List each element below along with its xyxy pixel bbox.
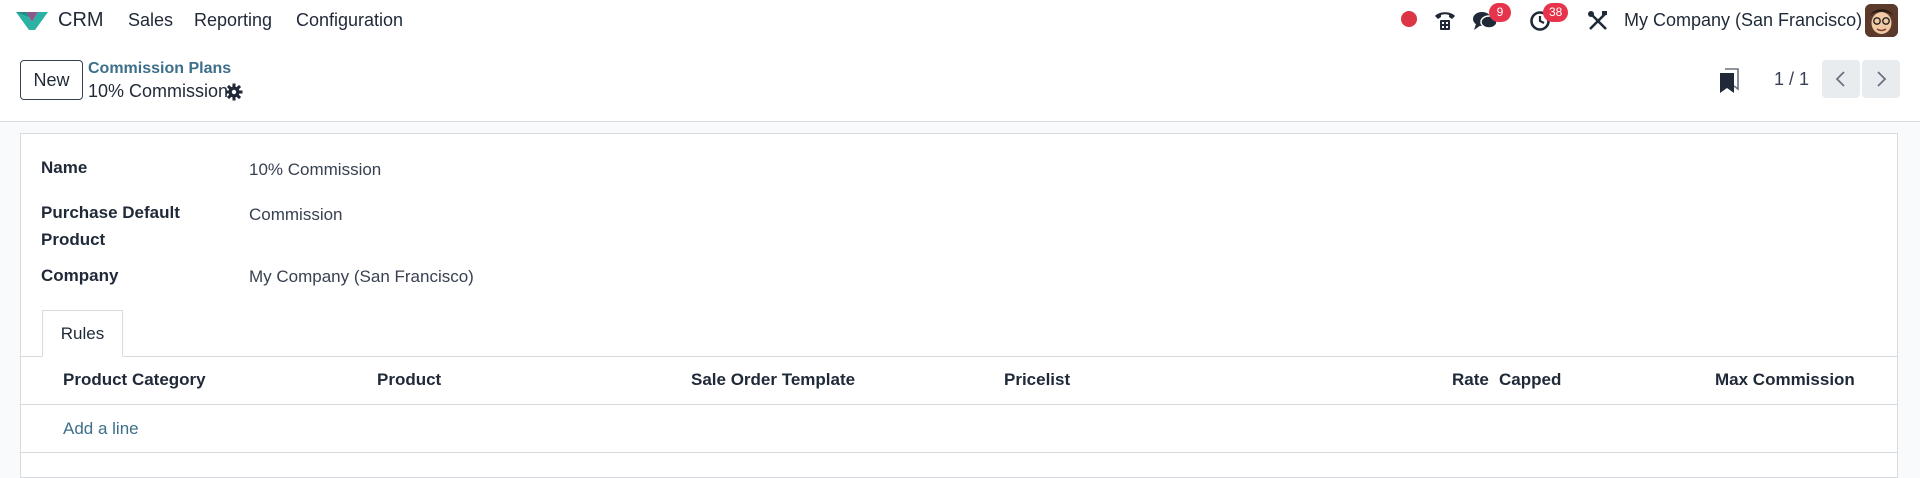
column-pricelist[interactable]: Pricelist [1004,370,1070,390]
recording-dot-icon[interactable] [1401,11,1417,27]
field-value-purchase-default-product[interactable]: Commission [249,201,343,228]
control-panel: New Commission Plans 10% Commission 1 / … [0,42,1920,122]
crm-logo-icon[interactable] [15,8,49,32]
column-rate[interactable]: Rate [1452,370,1489,390]
field-label-company: Company [41,266,119,285]
menu-sales[interactable]: Sales [128,10,173,31]
company-switcher[interactable]: My Company (San Francisco) [1624,10,1862,31]
new-button[interactable]: New [20,60,83,100]
add-a-line-link[interactable]: Add a line [63,419,139,439]
chevron-left-icon [1835,71,1845,87]
rules-table-header: Product Category Product Sale Order Temp… [21,357,1897,405]
field-label-purchase-default-product: Purchase Default Product [41,203,180,249]
column-max-commission[interactable]: Max Commission [1715,370,1855,390]
menu-reporting[interactable]: Reporting [194,10,272,31]
user-avatar[interactable] [1865,4,1898,37]
column-capped[interactable]: Capped [1499,370,1561,390]
pager-previous-button[interactable] [1822,60,1860,98]
tools-icon[interactable] [1585,8,1611,34]
phone-icon[interactable] [1432,8,1458,34]
messages-badge: 9 [1489,3,1511,22]
breadcrumb-current-record: 10% Commission [88,81,229,101]
activities-badge: 38 [1543,3,1569,22]
breadcrumb-commission-plans[interactable]: Commission Plans [88,60,231,78]
field-label-name: Name [41,158,88,177]
bookmark-icon[interactable] [1718,68,1740,94]
pager-value[interactable]: 1 / 1 [1774,69,1809,90]
gear-icon[interactable] [225,83,243,101]
table-row-divider [21,452,1897,453]
field-value-name[interactable]: 10% Commission [249,156,381,183]
pager-next-button[interactable] [1862,60,1900,98]
top-navbar: CRM Sales Reporting Configuration 9 38 M… [0,0,1920,42]
column-product[interactable]: Product [377,370,441,390]
column-product-category[interactable]: Product Category [63,370,206,390]
tab-rules[interactable]: Rules [42,310,123,357]
field-value-company[interactable]: My Company (San Francisco) [249,263,474,290]
app-name[interactable]: CRM [58,9,104,32]
menu-configuration[interactable]: Configuration [296,10,403,31]
chevron-right-icon [1877,71,1887,87]
column-sale-order-template[interactable]: Sale Order Template [691,370,855,390]
form-sheet: Name 10% Commission Purchase Default Pro… [20,133,1898,478]
